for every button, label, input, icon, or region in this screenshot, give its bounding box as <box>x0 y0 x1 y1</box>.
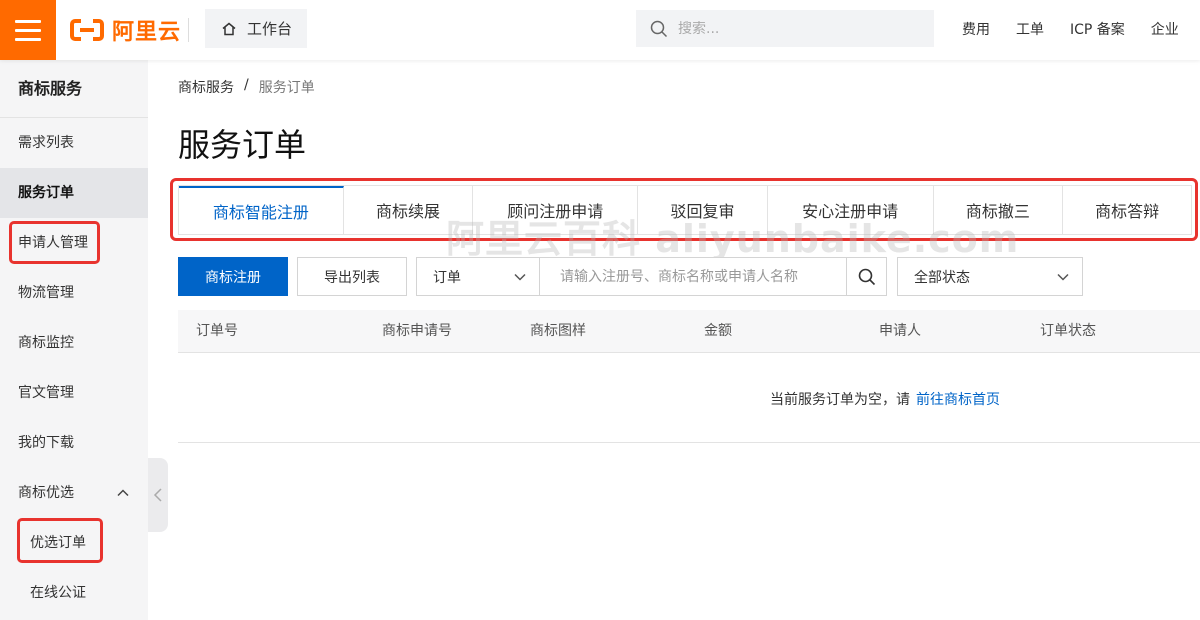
chevron-up-icon <box>116 468 130 518</box>
service-tabs: 商标智能注册 商标续展 顾问注册申请 驳回复审 安心注册申请 商标撤三 商标答辩 <box>178 185 1192 235</box>
tab-smart-registration[interactable]: 商标智能注册 <box>179 186 344 234</box>
query-type-select[interactable]: 订单 <box>416 257 540 296</box>
sidebar-item-monitoring[interactable]: 商标监控 <box>0 318 148 368</box>
sidebar-item-requirements[interactable]: 需求列表 <box>0 118 148 168</box>
workbench-label: 工作台 <box>247 20 293 38</box>
logo-text: 阿里云 <box>112 20 182 45</box>
sidebar-item-applicant-management[interactable]: 申请人管理 <box>0 218 148 268</box>
column-trademark-image: 商标图样 <box>530 323 586 339</box>
top-links: 费用 工单 ICP 备案 企业 <box>962 0 1179 58</box>
hamburger-menu-icon[interactable] <box>0 0 56 60</box>
column-order-number: 订单号 <box>196 323 238 339</box>
breadcrumb-current: 服务订单 <box>258 80 315 96</box>
breadcrumb: 商标服务 / 服务订单 <box>178 77 315 97</box>
sidebar: 商标服务 需求列表 服务订单 申请人管理 物流管理 商标监控 官文管理 我的下载… <box>0 60 148 620</box>
breadcrumb-parent[interactable]: 商标服务 <box>178 77 234 97</box>
sidebar-item-service-orders[interactable]: 服务订单 <box>0 168 148 218</box>
sidebar-item-trademark-selection[interactable]: 商标优选 <box>0 468 148 518</box>
aliyun-logo[interactable]: 阿里云 <box>70 15 181 45</box>
query-search-button[interactable] <box>846 257 887 296</box>
status-select-value: 全部状态 <box>914 269 970 286</box>
export-list-button[interactable]: 导出列表 <box>297 257 407 296</box>
global-search-input[interactable] <box>678 20 918 37</box>
top-link-tickets[interactable]: 工单 <box>1016 19 1044 39</box>
highlight-box-tabs: 商标智能注册 商标续展 顾问注册申请 驳回复审 安心注册申请 商标撤三 商标答辩 <box>170 178 1198 241</box>
global-search[interactable] <box>636 10 934 47</box>
sidebar-item-label: 商标优选 <box>18 485 74 501</box>
top-link-icp[interactable]: ICP 备案 <box>1070 19 1125 39</box>
main-content: 商标服务 / 服务订单 服务订单 商标智能注册 商标续展 顾问注册申请 驳回复审… <box>170 60 1200 620</box>
tab-consultant-registration[interactable]: 顾问注册申请 <box>473 186 639 234</box>
tab-defense[interactable]: 商标答辩 <box>1063 186 1191 234</box>
query-input[interactable] <box>539 257 847 296</box>
sidebar-item-online-notarization[interactable]: 在线公证 <box>0 568 148 618</box>
tab-secure-registration[interactable]: 安心注册申请 <box>768 186 934 234</box>
top-bar: 阿里云 工作台 费用 工单 ICP 备案 企业 <box>0 0 1200 60</box>
tab-revocation[interactable]: 商标撤三 <box>934 186 1064 234</box>
logo-divider <box>188 18 189 42</box>
table-empty-row: 当前服务订单为空，请 前往商标首页 <box>178 353 1200 443</box>
sidebar-collapse-handle[interactable] <box>148 458 168 532</box>
table-header: 订单号 商标申请号 商标图样 金额 申请人 订单状态 <box>178 310 1200 353</box>
top-link-fees[interactable]: 费用 <box>962 19 990 39</box>
sidebar-item-official-documents[interactable]: 官文管理 <box>0 368 148 418</box>
search-icon <box>858 268 875 285</box>
status-select[interactable]: 全部状态 <box>897 257 1083 296</box>
aliyun-logo-icon <box>70 19 104 41</box>
breadcrumb-separator: / <box>244 77 249 93</box>
workbench-button[interactable]: 工作台 <box>205 9 307 48</box>
sidebar-item-selection-orders[interactable]: 优选订单 <box>0 518 148 568</box>
empty-text: 当前服务订单为空，请 <box>770 392 910 408</box>
column-order-status: 订单状态 <box>1040 323 1096 339</box>
empty-message: 当前服务订单为空，请 前往商标首页 <box>770 389 1000 409</box>
query-type-value: 订单 <box>433 269 461 286</box>
column-amount: 金额 <box>704 323 732 339</box>
sidebar-item-logistics[interactable]: 物流管理 <box>0 268 148 318</box>
page-title: 服务订单 <box>178 126 307 164</box>
top-link-enterprise[interactable]: 企业 <box>1151 19 1179 39</box>
home-icon <box>222 22 236 35</box>
search-icon <box>650 20 668 37</box>
chevron-down-icon <box>514 273 526 281</box>
tab-rejection-review[interactable]: 驳回复审 <box>638 186 768 234</box>
sidebar-item-my-downloads[interactable]: 我的下载 <box>0 418 148 468</box>
column-applicant: 申请人 <box>879 323 921 339</box>
chevron-down-icon <box>1057 273 1069 281</box>
toolbar: 商标注册 导出列表 订单 全部状态 <box>178 257 1200 296</box>
trademark-register-button[interactable]: 商标注册 <box>178 257 288 296</box>
column-application-number: 商标申请号 <box>382 323 452 339</box>
tab-renewal[interactable]: 商标续展 <box>344 186 474 234</box>
sidebar-title: 商标服务 <box>0 60 148 118</box>
go-trademark-home-link[interactable]: 前往商标首页 <box>916 392 1000 408</box>
chevron-left-icon <box>153 488 162 502</box>
